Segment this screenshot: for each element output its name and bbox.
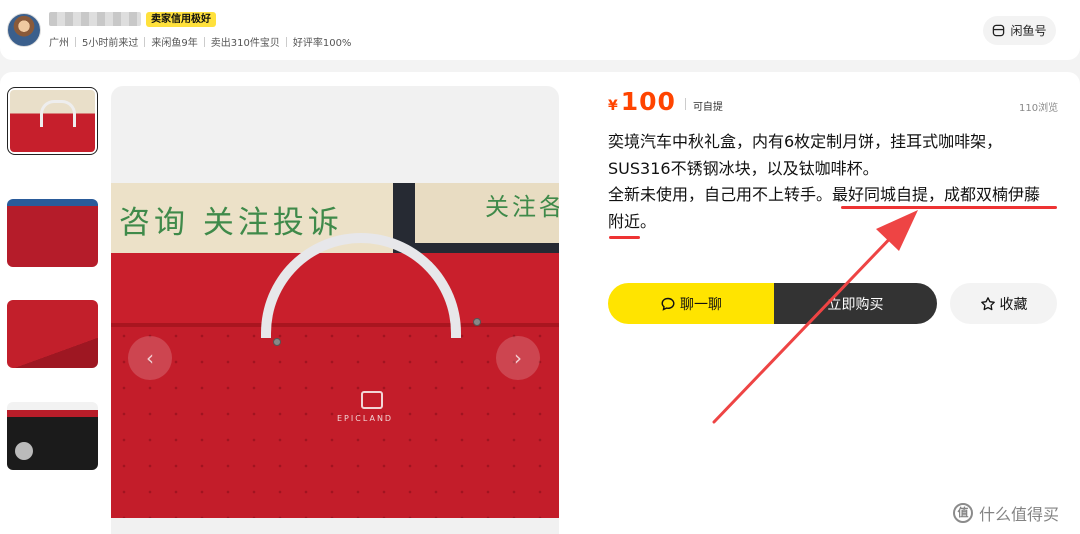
chat-button-label: 聊一聊 bbox=[680, 296, 722, 313]
shop-button[interactable]: 闲鱼号 bbox=[983, 16, 1056, 45]
pickup-tag: 可自提 bbox=[692, 102, 723, 113]
view-count: 110浏览 bbox=[1019, 103, 1059, 114]
annotation-underline bbox=[609, 236, 640, 239]
meta-divider bbox=[144, 36, 146, 47]
chat-bubble-icon bbox=[661, 297, 675, 311]
credit-badge: 卖家信用极好 bbox=[146, 12, 216, 27]
chat-button[interactable]: 聊一聊 bbox=[608, 283, 774, 324]
seller-member-years: 来闲鱼9年 bbox=[151, 38, 198, 49]
product-description: 奕境汽车中秋礼盒，内有6枚定制月饼，挂耳式咖啡架， SUS316不锈钢冰块，以及… bbox=[608, 129, 1068, 235]
watermark-logo-icon: 值 bbox=[953, 503, 973, 523]
thumbnail-4[interactable] bbox=[7, 402, 98, 470]
seller-avatar[interactable] bbox=[7, 13, 41, 47]
shop-button-label: 闲鱼号 bbox=[1010, 24, 1047, 38]
currency-symbol: ¥ bbox=[608, 98, 618, 114]
seller-meta: 广州 5小时前来过 来闲鱼9年 卖出310件宝贝 好评率100% bbox=[49, 34, 351, 49]
description-line: 全新未使用，自己用不上转手。最好同城自提，成都双楠伊藤 bbox=[608, 182, 1068, 209]
product-photo: 咨询 关注投诉 关注各 EPICLAND bbox=[111, 183, 559, 518]
gift-box-body bbox=[111, 323, 559, 518]
buy-now-button[interactable]: 立即购买 bbox=[774, 283, 937, 324]
shop-icon bbox=[993, 24, 1005, 37]
rivet bbox=[273, 338, 281, 346]
brand-logo-icon bbox=[361, 391, 383, 409]
highlighted-text: 最好同城自提，成都双楠伊藤 bbox=[832, 185, 1041, 204]
meta-divider bbox=[75, 36, 76, 47]
chevron-left-icon[interactable]: ‹ bbox=[128, 336, 172, 380]
seller-rating: 好评率100% bbox=[292, 38, 352, 49]
favorite-button-label: 收藏 bbox=[999, 296, 1028, 313]
description-line: 奕境汽车中秋礼盒，内有6枚定制月饼，挂耳式咖啡架， bbox=[608, 132, 1003, 151]
seller-name-blurred[interactable] bbox=[49, 12, 141, 26]
meta-divider bbox=[285, 36, 287, 47]
description-line: 附近。 bbox=[608, 211, 657, 231]
seller-sold-count: 卖出310件宝贝 bbox=[210, 38, 280, 49]
price: 100 bbox=[620, 87, 676, 116]
description-line: SUS316不锈钢冰块，以及钛咖啡杯。 bbox=[608, 158, 879, 178]
bag-print-text-2: 关注各 bbox=[485, 193, 559, 221]
thumbnail-3[interactable] bbox=[7, 300, 98, 368]
price-divider bbox=[684, 98, 686, 110]
watermark-text: 什么值得买 bbox=[979, 505, 1060, 524]
meta-divider bbox=[203, 36, 205, 47]
chevron-right-icon[interactable]: › bbox=[496, 336, 540, 380]
watermark: 值 什么值得买 bbox=[953, 501, 1059, 525]
paper-bag-2: 关注各 bbox=[415, 183, 559, 243]
seller-last-seen: 5小时前来过 bbox=[82, 38, 139, 49]
star-icon bbox=[980, 296, 995, 310]
buy-button-label: 立即购买 bbox=[827, 296, 884, 313]
rivet bbox=[473, 318, 481, 326]
thumbnail-2[interactable] bbox=[7, 199, 98, 267]
annotation-underline bbox=[841, 206, 1057, 209]
seller-bar: 卖家信用极好 广州 5小时前来过 来闲鱼9年 卖出310件宝贝 好评率100% … bbox=[0, 0, 1080, 60]
main-product-image[interactable]: 咨询 关注投诉 关注各 EPICLAND ‹ › bbox=[111, 86, 559, 534]
description-text: 全新未使用，自己用不上转手。 bbox=[608, 185, 833, 204]
bag-print-text: 咨询 关注投诉 bbox=[119, 205, 343, 241]
seller-location: 广州 bbox=[49, 38, 69, 49]
price-row: ¥ 100 可自提 bbox=[608, 87, 723, 116]
brand-text: EPICLAND bbox=[337, 414, 394, 423]
thumbnail-1[interactable] bbox=[7, 87, 98, 155]
favorite-button[interactable]: 收藏 bbox=[950, 283, 1057, 324]
